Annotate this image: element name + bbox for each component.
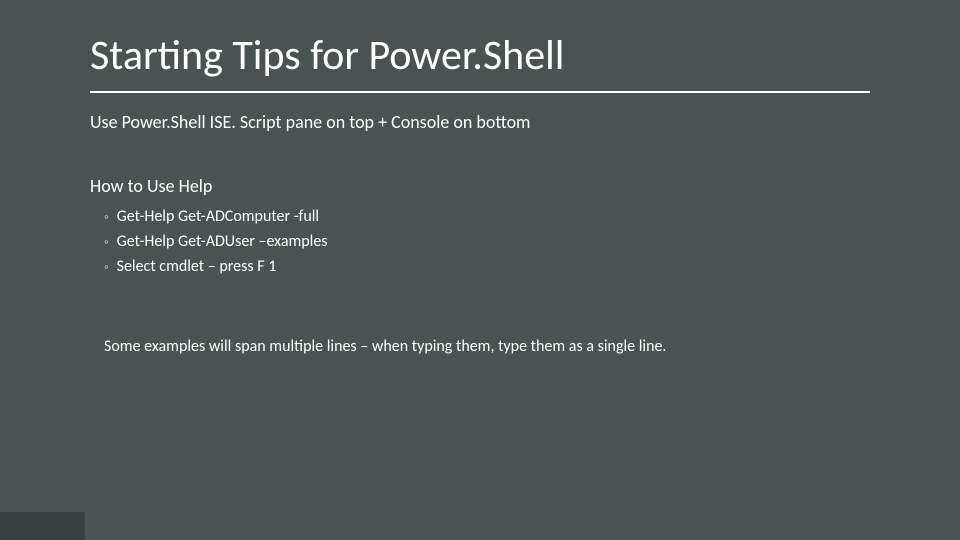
slide-note: Some examples will span multiple lines –… (104, 337, 870, 356)
slide-title: Starting Tips for Power.Shell (90, 30, 870, 81)
section-heading: How to Use Help (90, 175, 870, 197)
list-item: ◦ Get-Help Get-ADComputer -full (104, 205, 870, 230)
bullet-list: ◦ Get-Help Get-ADComputer -full ◦ Get-He… (104, 205, 870, 279)
title-underline (90, 91, 870, 93)
bullet-marker-icon: ◦ (104, 233, 109, 253)
list-item: ◦ Get-Help Get-ADUser –examples (104, 230, 870, 255)
bullet-marker-icon: ◦ (104, 258, 109, 278)
slide-container: Starting Tips for Power.Shell Use Power.… (0, 0, 960, 356)
list-item-text: Get-Help Get-ADComputer -full (117, 205, 320, 230)
list-item: ◦ Select cmdlet – press F 1 (104, 255, 870, 280)
bullet-marker-icon: ◦ (104, 208, 109, 228)
list-item-text: Select cmdlet – press F 1 (117, 255, 277, 280)
slide-subtitle: Use Power.Shell ISE. Script pane on top … (90, 111, 870, 133)
list-item-text: Get-Help Get-ADUser –examples (117, 230, 328, 255)
footer-accent (0, 512, 85, 540)
